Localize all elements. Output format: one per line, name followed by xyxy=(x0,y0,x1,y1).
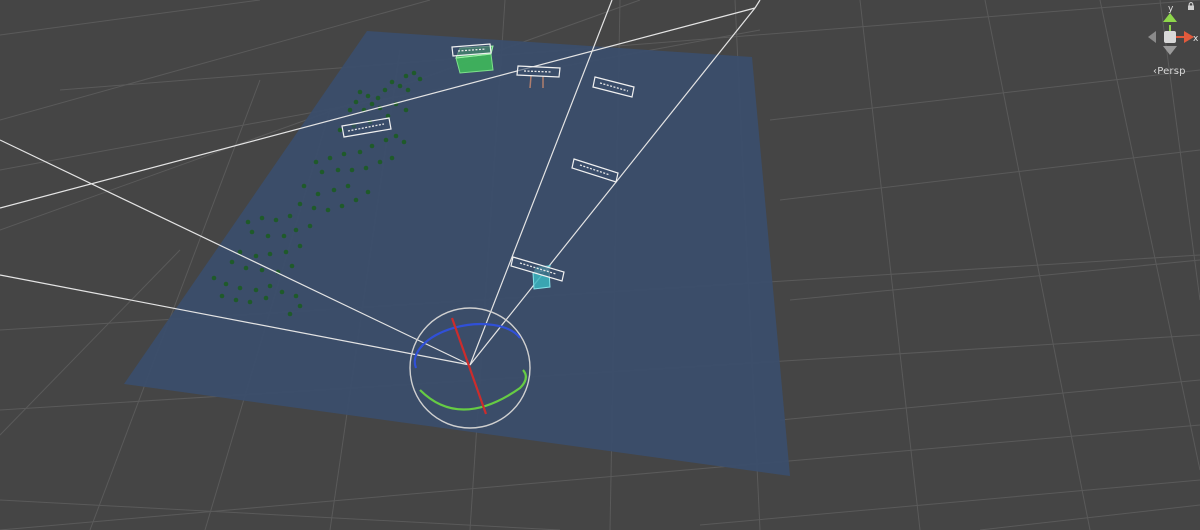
scene-viewport[interactable]: y x ‹Persp xyxy=(0,0,1200,530)
tree-dot[interactable] xyxy=(289,263,295,269)
tree-dot[interactable] xyxy=(293,227,299,233)
tree-dot[interactable] xyxy=(389,155,395,161)
tree-dot[interactable] xyxy=(397,83,403,89)
tree-dot[interactable] xyxy=(259,267,265,273)
tree-dot[interactable] xyxy=(315,191,321,197)
x-axis-label: x xyxy=(1193,34,1199,44)
tree-dot[interactable] xyxy=(319,169,325,175)
tree-dot[interactable] xyxy=(253,287,259,293)
tree-dot[interactable] xyxy=(267,283,273,289)
tree-dot[interactable] xyxy=(245,219,251,225)
tree-dot[interactable] xyxy=(382,87,388,93)
grid-line xyxy=(779,379,1200,421)
tree-dot[interactable] xyxy=(297,201,303,207)
y-axis-label: y xyxy=(1168,4,1174,14)
orientation-gizmo[interactable]: y x xyxy=(1148,4,1199,55)
tree-dot[interactable] xyxy=(283,249,289,255)
neg-x-axis-cone[interactable] xyxy=(1148,31,1156,43)
tree-dot[interactable] xyxy=(357,149,363,155)
tree-dot[interactable] xyxy=(243,265,249,271)
tree-dot[interactable] xyxy=(297,243,303,249)
label-marker[interactable] xyxy=(516,65,561,78)
lock-icon[interactable] xyxy=(1187,2,1195,10)
tree-dot[interactable] xyxy=(377,159,383,165)
tree-dot[interactable] xyxy=(287,311,293,317)
tree-dot[interactable] xyxy=(263,295,269,301)
tree-dot[interactable] xyxy=(331,187,337,193)
tree-dot[interactable] xyxy=(417,76,423,82)
tree-dot[interactable] xyxy=(341,151,347,157)
tree-dot[interactable] xyxy=(311,205,317,211)
tree-dot[interactable] xyxy=(229,259,235,265)
tree-dot[interactable] xyxy=(287,213,293,219)
tree-dot[interactable] xyxy=(233,297,239,303)
grid-line xyxy=(0,0,261,36)
tree-dot[interactable] xyxy=(253,253,259,259)
grid-line xyxy=(789,259,1200,301)
projection-toggle[interactable]: ‹Persp xyxy=(1153,66,1186,77)
tree-dot[interactable] xyxy=(337,127,343,133)
tree-dot[interactable] xyxy=(307,223,313,229)
tree-dot[interactable] xyxy=(403,107,409,113)
tree-dot[interactable] xyxy=(405,87,411,93)
frustum-line xyxy=(754,0,761,9)
tree-dot[interactable] xyxy=(369,143,375,149)
tree-dot[interactable] xyxy=(313,159,319,165)
tree-dot[interactable] xyxy=(375,95,381,101)
tree-dot[interactable] xyxy=(249,229,255,235)
tree-dot[interactable] xyxy=(389,79,395,85)
tree-dot[interactable] xyxy=(265,233,271,239)
tree-dot[interactable] xyxy=(339,203,345,209)
grid-line xyxy=(769,69,1200,121)
tree-dot[interactable] xyxy=(281,233,287,239)
tree-dot[interactable] xyxy=(393,133,399,139)
tree-dot[interactable] xyxy=(219,293,225,299)
y-axis-cone[interactable] xyxy=(1163,13,1177,22)
tree-dot[interactable] xyxy=(345,183,351,189)
tree-dot[interactable] xyxy=(335,167,341,173)
tree-dot[interactable] xyxy=(211,275,217,281)
tree-dot[interactable] xyxy=(267,251,273,257)
tree-dot[interactable] xyxy=(383,137,389,143)
tree-dot[interactable] xyxy=(279,289,285,295)
grid-line xyxy=(0,499,561,530)
scene-canvas[interactable]: y x xyxy=(0,0,1200,530)
tree-dot[interactable] xyxy=(353,99,359,105)
tree-dot[interactable] xyxy=(353,197,359,203)
grid-line xyxy=(699,479,1200,526)
grid-line xyxy=(979,504,1200,530)
tree-dot[interactable] xyxy=(349,167,355,173)
tree-dot[interactable] xyxy=(301,183,307,189)
tree-dot[interactable] xyxy=(273,217,279,223)
tree-dot[interactable] xyxy=(365,189,371,195)
tree-dot[interactable] xyxy=(325,207,331,213)
neg-y-axis-cone[interactable] xyxy=(1163,46,1177,55)
tree-dot[interactable] xyxy=(247,299,253,305)
tree-dot[interactable] xyxy=(401,139,407,145)
tree-dot[interactable] xyxy=(237,285,243,291)
tree-dot[interactable] xyxy=(369,101,375,107)
tree-dot[interactable] xyxy=(347,107,353,113)
gizmo-center-cube[interactable] xyxy=(1164,31,1176,43)
tree-dot[interactable] xyxy=(259,215,265,221)
tree-dot[interactable] xyxy=(403,73,409,79)
tree-dot[interactable] xyxy=(297,303,303,309)
tree-dot[interactable] xyxy=(223,281,229,287)
tree-dot[interactable] xyxy=(357,89,363,95)
tree-dot[interactable] xyxy=(363,165,369,171)
tree-dot[interactable] xyxy=(365,93,371,99)
tree-dot[interactable] xyxy=(411,70,417,76)
tree-dot[interactable] xyxy=(293,293,299,299)
tree-dot[interactable] xyxy=(327,155,333,161)
